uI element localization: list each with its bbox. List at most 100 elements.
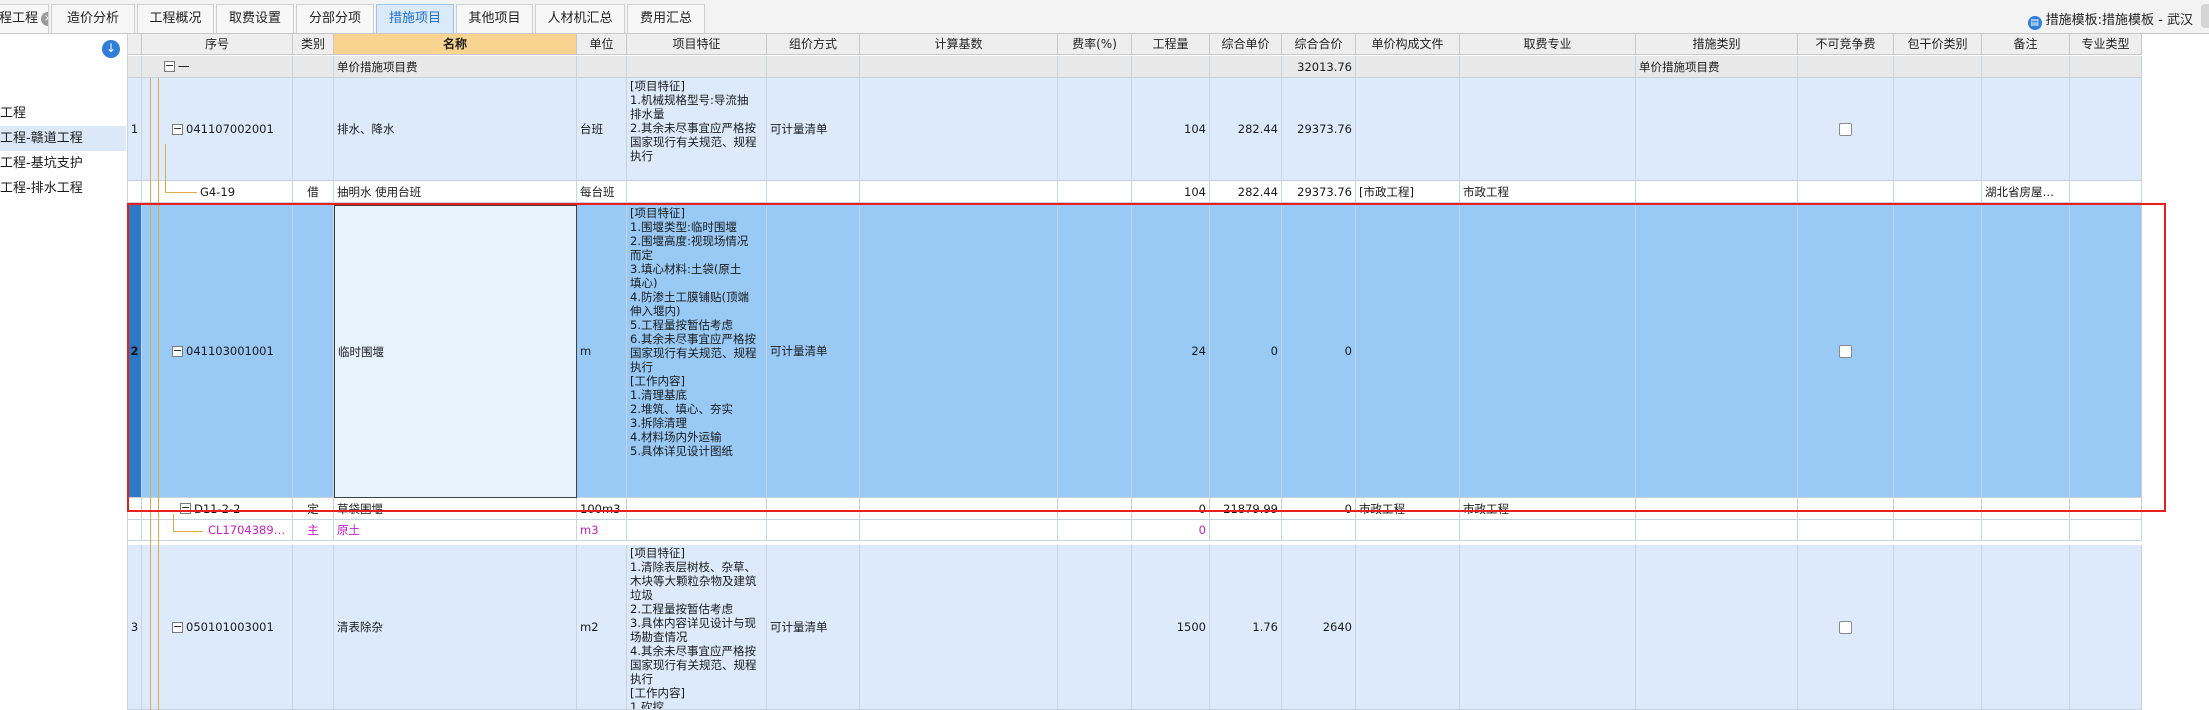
collapse-icon[interactable]: − bbox=[172, 345, 183, 357]
col-noncompetitive[interactable]: 不可竞争费 bbox=[1798, 34, 1894, 55]
col-specialty-type[interactable]: 专业类型 bbox=[2070, 34, 2142, 55]
quota-price: 21879.99 bbox=[1210, 498, 1282, 520]
item-qty[interactable]: 1500 bbox=[1132, 545, 1210, 710]
tree-line bbox=[173, 514, 174, 532]
table-row-group[interactable]: − 一 单价措施项目费 32013.76 单价措施项目费 bbox=[128, 56, 2142, 78]
col-quantity[interactable]: 工程量 bbox=[1132, 34, 1210, 55]
item-qty[interactable]: 24 bbox=[1132, 205, 1210, 498]
quota-unit[interactable]: 每台班 bbox=[577, 181, 627, 203]
item-qty[interactable]: 104 bbox=[1132, 78, 1210, 181]
noncompetitive-checkbox[interactable] bbox=[1839, 344, 1852, 358]
quota-remark[interactable]: 湖北省房屋… bbox=[1982, 181, 2070, 203]
tree-line bbox=[165, 192, 197, 193]
item-unit[interactable]: m bbox=[577, 205, 627, 498]
quota-file[interactable]: 市政工程 bbox=[1356, 498, 1460, 520]
col-remark[interactable]: 备注 bbox=[1982, 34, 2070, 55]
item-total: 0 bbox=[1282, 205, 1356, 498]
collapse-icon[interactable]: − bbox=[180, 502, 191, 514]
group-name[interactable]: 单价措施项目费 bbox=[334, 56, 577, 78]
item-code: 041107002001 bbox=[186, 122, 274, 136]
item-method[interactable]: 可计量清单 bbox=[767, 78, 860, 181]
tree-item-project[interactable]: 工程 bbox=[0, 101, 126, 126]
item-method[interactable]: 可计量清单 bbox=[767, 205, 860, 498]
col-measure-category[interactable]: 措施类别 bbox=[1636, 34, 1798, 55]
template-selector[interactable]: ▤ 措施模板:措施模板 - 武汉 bbox=[2027, 9, 2193, 30]
item-name[interactable]: 排水、降水 bbox=[334, 78, 577, 181]
quota-profession[interactable]: 市政工程 bbox=[1460, 498, 1636, 520]
tree-item-drainage[interactable]: 工程-排水工程 bbox=[0, 176, 126, 201]
material-qty[interactable]: 0 bbox=[1132, 520, 1210, 541]
table-row-3[interactable]: 3 −050101003001 清表除杂 m2 [项目特征] 1.清除表层树枝、… bbox=[128, 545, 2142, 710]
item-price: 0 bbox=[1210, 205, 1282, 498]
col-rate[interactable]: 费率(%) bbox=[1058, 34, 1132, 55]
table-row-1[interactable]: 1 −041107002001 排水、降水 台班 [项目特征] 1.机械规格型号… bbox=[128, 78, 2142, 181]
noncompetitive-checkbox[interactable] bbox=[1839, 620, 1852, 634]
tab-project[interactable]: 程工程× bbox=[0, 4, 49, 33]
col-name[interactable]: 名称 bbox=[334, 34, 577, 55]
col-type[interactable]: 类别 bbox=[293, 34, 334, 55]
quota-file[interactable]: [市政工程] bbox=[1356, 181, 1460, 203]
group-total: 32013.76 bbox=[1282, 56, 1356, 78]
col-fee-profession[interactable]: 取费专业 bbox=[1460, 34, 1636, 55]
tab-project-label: 程工程 bbox=[0, 11, 39, 26]
col-base[interactable]: 计算基数 bbox=[860, 34, 1058, 55]
tab-fee-settings[interactable]: 取费设置 bbox=[216, 4, 294, 33]
item-feature[interactable]: [项目特征] 1.清除表层树枝、杂草、 木块等大颗粒杂物及建筑 垃圾 2.工程量… bbox=[627, 545, 767, 710]
tab-items[interactable]: 分部分项 bbox=[296, 4, 374, 33]
tree-item-road[interactable]: 工程-赣道工程 bbox=[0, 126, 126, 151]
col-total-price[interactable]: 综合合价 bbox=[1282, 34, 1356, 55]
item-feature[interactable]: [项目特征] 1.机械规格型号:导流抽 排水量 2.其余未尽事宜应严格按 国家现… bbox=[627, 78, 767, 181]
tab-fee-summary[interactable]: 费用汇总 bbox=[627, 4, 705, 33]
collapse-icon[interactable]: − bbox=[172, 123, 183, 135]
table-row-2-material[interactable]: CL1704389… 主 原土 m3 0 bbox=[128, 520, 2142, 541]
tree-item-pit-support[interactable]: 工程-基坑支护 bbox=[0, 151, 126, 176]
col-unit[interactable]: 单位 bbox=[577, 34, 627, 55]
quota-unit[interactable]: 100m3 bbox=[577, 498, 627, 520]
close-icon[interactable]: × bbox=[41, 12, 48, 26]
table-row-2-quota[interactable]: − D11-2-2 定 草袋围堰 100m3 0 21879.99 0 市政工程 … bbox=[128, 498, 2142, 520]
quota-name[interactable]: 抽明水 使用台班 bbox=[334, 181, 577, 203]
download-icon[interactable]: ↓ bbox=[102, 40, 120, 58]
quota-name[interactable]: 草袋围堰 bbox=[334, 498, 577, 520]
tree-line bbox=[173, 531, 203, 532]
col-seq[interactable]: 序号 bbox=[142, 34, 293, 55]
collapse-icon[interactable]: − bbox=[172, 621, 183, 633]
item-name-active-cell[interactable]: 临时围堰 bbox=[334, 205, 577, 498]
panel-edge-handle[interactable] bbox=[2201, 4, 2209, 28]
tree-line bbox=[150, 78, 151, 710]
tab-measures[interactable]: 措施项目 bbox=[376, 4, 454, 33]
quota-total: 29373.76 bbox=[1282, 181, 1356, 203]
tree-line bbox=[158, 78, 159, 710]
col-feature[interactable]: 项目特征 bbox=[627, 34, 767, 55]
item-unit[interactable]: 台班 bbox=[577, 78, 627, 181]
table-row-1-quota[interactable]: G4-19 借 抽明水 使用台班 每台班 104 282.44 29373.76… bbox=[128, 181, 2142, 203]
tab-cost-analysis[interactable]: 造价分析 bbox=[51, 4, 135, 33]
tab-other-items[interactable]: 其他项目 bbox=[456, 4, 533, 33]
quota-total: 0 bbox=[1282, 498, 1356, 520]
noncompetitive-checkbox[interactable] bbox=[1839, 122, 1852, 136]
quota-profession[interactable]: 市政工程 bbox=[1460, 181, 1636, 203]
col-lump-type[interactable]: 包干价类别 bbox=[1894, 34, 1982, 55]
quota-code: D11-2-2 bbox=[194, 501, 241, 516]
item-unit[interactable]: m2 bbox=[577, 545, 627, 710]
collapse-icon[interactable]: − bbox=[164, 60, 175, 72]
material-unit[interactable]: m3 bbox=[577, 520, 627, 541]
item-feature[interactable]: [项目特征] 1.围堰类型:临时围堰 2.围堰高度:视现场情况 而定 3.填心材… bbox=[627, 205, 767, 498]
tab-resource-summary[interactable]: 人材机汇总 bbox=[535, 4, 625, 33]
item-total: 29373.76 bbox=[1282, 78, 1356, 181]
item-price: 1.76 bbox=[1210, 545, 1282, 710]
table-row-2-selected[interactable]: 2 −041103001001 临时围堰 m [项目特征] 1.围堰类型:临时围… bbox=[128, 205, 2142, 498]
corner-header bbox=[128, 34, 142, 55]
col-price-file[interactable]: 单价构成文件 bbox=[1356, 34, 1460, 55]
quota-qty[interactable]: 104 bbox=[1132, 181, 1210, 203]
tab-overview[interactable]: 工程概况 bbox=[137, 4, 214, 33]
quota-qty[interactable]: 0 bbox=[1132, 498, 1210, 520]
material-name[interactable]: 原土 bbox=[334, 520, 577, 541]
item-name[interactable]: 清表除杂 bbox=[334, 545, 577, 710]
col-unit-price[interactable]: 综合单价 bbox=[1210, 34, 1282, 55]
quota-type: 借 bbox=[293, 181, 334, 203]
item-code: 041103001001 bbox=[186, 344, 274, 358]
col-pricing-method[interactable]: 组价方式 bbox=[767, 34, 860, 55]
item-price: 282.44 bbox=[1210, 78, 1282, 181]
item-method[interactable]: 可计量清单 bbox=[767, 545, 860, 710]
